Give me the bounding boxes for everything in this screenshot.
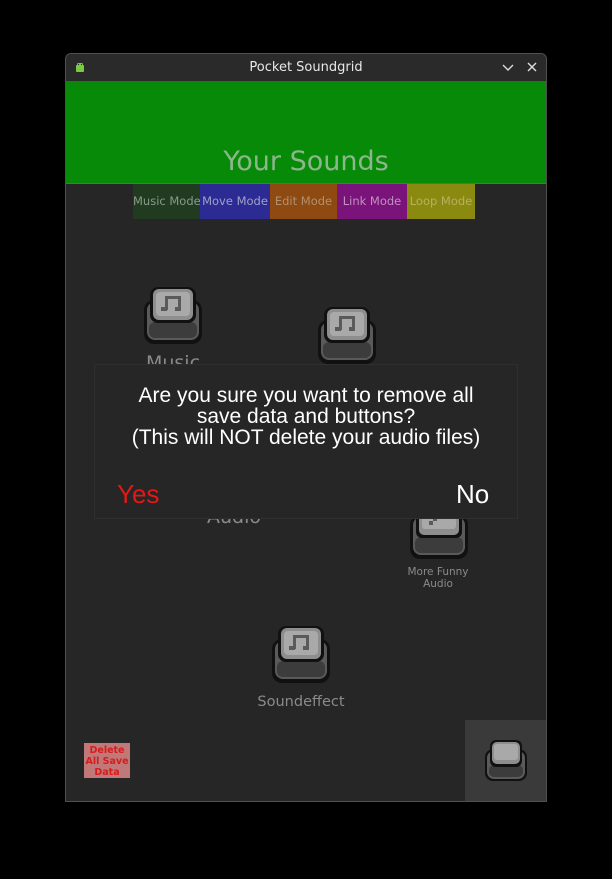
sound-label-more-funny-audio: More Funny Audio — [407, 566, 469, 590]
sound-button-2[interactable] — [315, 306, 379, 368]
window-title: Pocket Soundgrid — [249, 60, 363, 75]
page-title: Your Sounds — [223, 146, 389, 177]
add-button-icon[interactable] — [484, 739, 528, 787]
sound-button-soundeffect[interactable] — [269, 625, 333, 687]
loop-mode-button[interactable]: Loop Mode — [407, 184, 475, 219]
sound-button-music[interactable] — [141, 286, 205, 348]
link-mode-button[interactable]: Link Mode — [337, 184, 407, 219]
title-bar: Pocket Soundgrid — [66, 54, 546, 81]
move-mode-button[interactable]: Move Mode — [200, 184, 270, 219]
close-icon[interactable] — [523, 58, 541, 76]
add-button-panel — [465, 720, 546, 801]
app-window: Pocket Soundgrid Your Sounds Music Mode … — [65, 53, 547, 802]
edit-mode-button[interactable]: Edit Mode — [270, 184, 337, 219]
chevron-down-icon[interactable] — [499, 58, 517, 76]
confirm-dialog: Are you sure you want to remove all save… — [94, 364, 518, 519]
no-button[interactable]: No — [456, 479, 489, 510]
mode-bar: Music Mode Move Mode Edit Mode Link Mode… — [133, 184, 475, 219]
music-mode-button[interactable]: Music Mode — [133, 184, 200, 219]
yes-button[interactable]: Yes — [117, 479, 159, 510]
header-banner: Your Sounds — [66, 81, 546, 184]
dialog-message: Are you sure you want to remove all save… — [131, 384, 481, 449]
delete-all-save-data-button[interactable]: Delete All Save Data — [84, 743, 130, 778]
sound-label-soundeffect: Soundeffect — [257, 694, 345, 710]
